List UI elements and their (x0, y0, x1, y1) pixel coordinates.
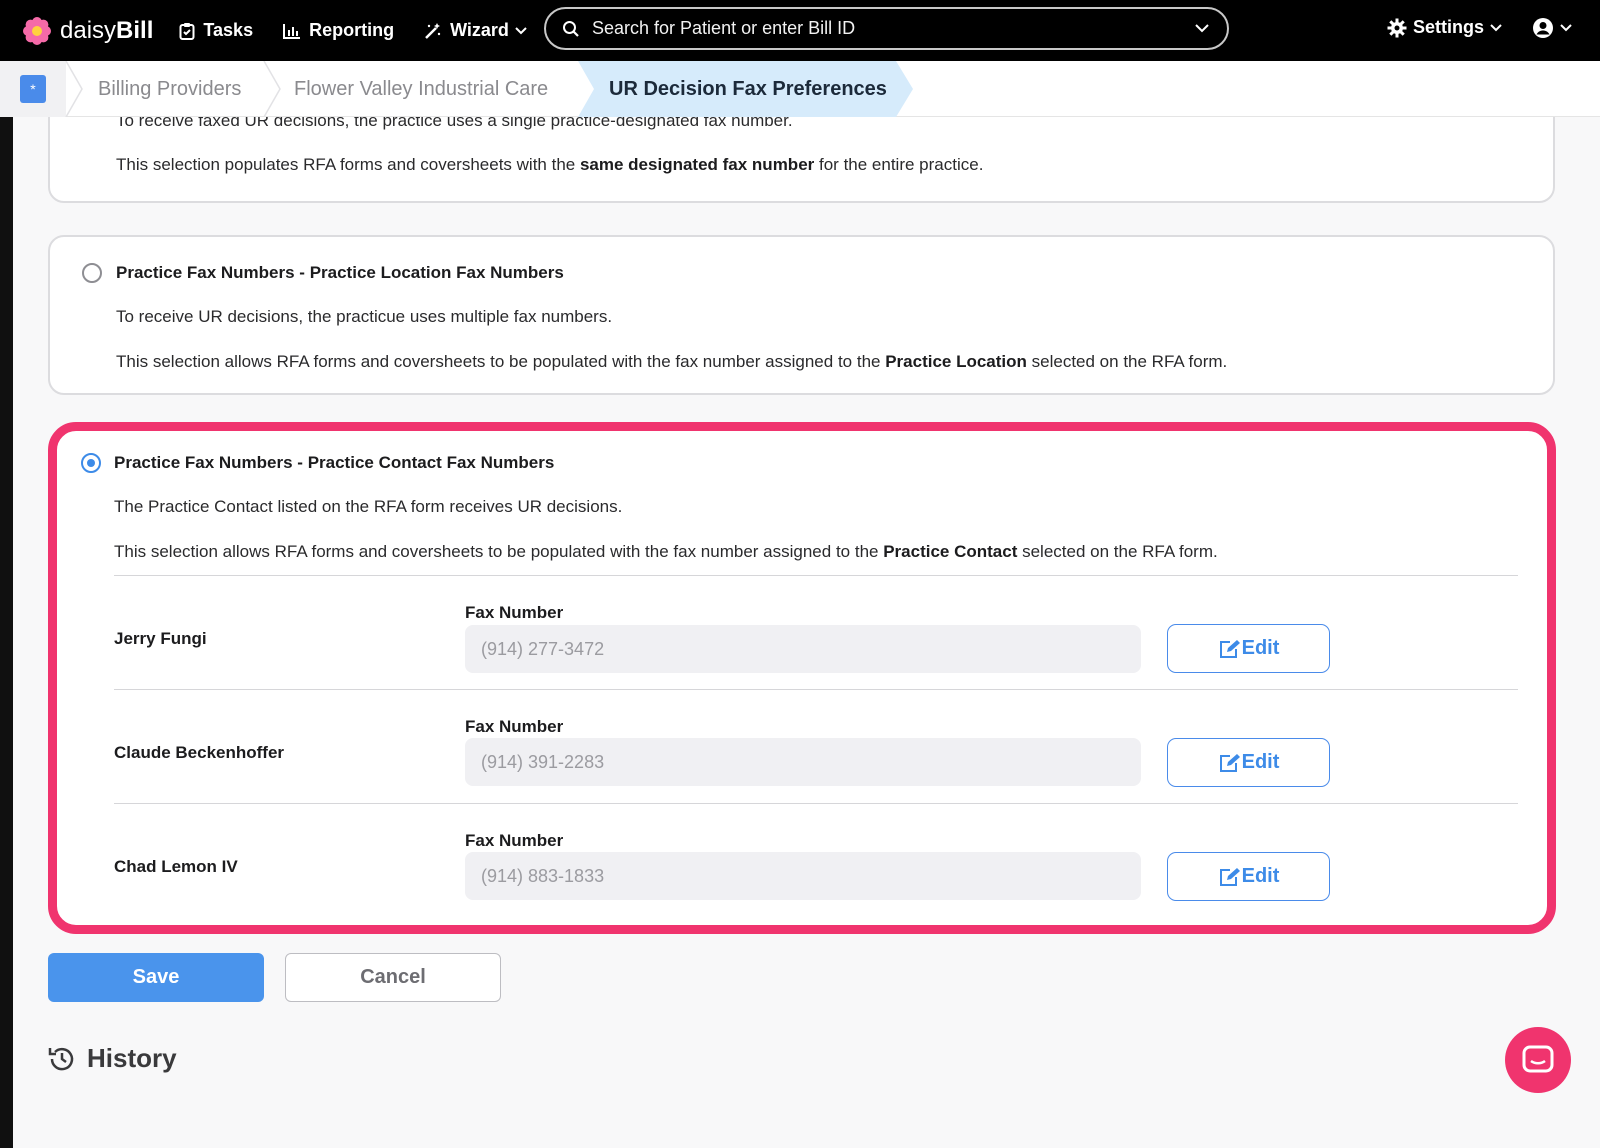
history-icon (48, 1047, 74, 1070)
fax-number-label: Fax Number (465, 831, 564, 850)
edit-icon (1219, 753, 1240, 772)
radio-contact-fax[interactable] (81, 453, 101, 473)
breadcrumb-current-page: UR Decision Fax Preferences (609, 77, 887, 100)
history-section-header[interactable]: History (47, 1043, 177, 1074)
chevron-down-icon (1560, 24, 1572, 32)
nav-reporting[interactable]: Reporting (283, 20, 394, 41)
edit-fax-button[interactable]: Edit (1167, 852, 1330, 901)
option-title: Practice Fax Numbers - Practice Location… (116, 263, 564, 282)
option-detail: This selection allows RFA forms and cove… (114, 542, 1218, 561)
edit-label: Edit (1241, 751, 1280, 773)
option-description: To receive UR decisions, the practicue u… (116, 307, 613, 326)
clipboard-check-icon (179, 22, 195, 40)
settings-label: Settings (1413, 17, 1485, 37)
nav-wizard-label: Wizard (450, 20, 509, 40)
edit-fax-button[interactable]: Edit (1167, 624, 1330, 673)
option-card-contact-fax[interactable]: Practice Fax Numbers - Practice Contact … (48, 422, 1556, 934)
fax-number-label: Fax Number (465, 603, 564, 622)
contact-name: Claude Beckenhoffer (114, 743, 285, 762)
contact-name: Jerry Fungi (114, 629, 207, 648)
breadcrumb-home[interactable]: * (0, 61, 66, 117)
brand-name-light: daisy (60, 16, 117, 44)
fax-number-field[interactable]: (914) 391-2283 (465, 738, 1141, 786)
option-description: The Practice Contact listed on the RFA f… (114, 497, 623, 516)
option-detail: This selection allows RFA forms and cove… (116, 352, 1228, 371)
search-icon (563, 20, 579, 37)
option-detail: This selection populates RFA forms and c… (116, 155, 984, 174)
edit-label: Edit (1241, 865, 1280, 887)
contact-name: Chad Lemon IV (114, 857, 238, 876)
row-divider (114, 575, 1518, 576)
daisybill-logo[interactable]: daisy Bill (22, 16, 153, 46)
history-title: History (87, 1043, 177, 1073)
fax-number-label: Fax Number (465, 717, 564, 736)
breadcrumb: * Billing Providers Flower Valley Indust… (0, 61, 1600, 117)
option-card-single-fax[interactable]: To receive faxed UR decisions, the pract… (48, 117, 1555, 203)
nav-reporting-label: Reporting (309, 20, 395, 40)
row-divider (114, 689, 1518, 690)
option-card-location-fax[interactable]: Practice Fax Numbers - Practice Location… (48, 235, 1555, 395)
fax-number-field[interactable]: (914) 883-1833 (465, 852, 1141, 900)
edit-icon (1219, 639, 1240, 658)
row-divider (114, 803, 1518, 804)
option-description: To receive faxed UR decisions, the pract… (116, 117, 793, 130)
magic-wand-icon (425, 22, 441, 39)
save-button[interactable]: Save (48, 953, 264, 1002)
user-avatar-icon (1533, 18, 1553, 38)
breadcrumb-billing-providers[interactable]: Billing Providers (98, 61, 241, 117)
daisy-flower-icon (23, 16, 51, 45)
search-placeholder: Search for Patient or enter Bill ID (592, 18, 856, 38)
user-menu[interactable] (1532, 17, 1572, 39)
chevron-down-icon[interactable] (1195, 24, 1209, 33)
main-content: To receive faxed UR decisions, the pract… (13, 117, 1600, 1148)
radio-location-fax[interactable] (82, 263, 102, 283)
bar-chart-icon (283, 23, 301, 39)
nav-tasks[interactable]: Tasks (179, 20, 253, 41)
nav-tasks-label: Tasks (203, 20, 254, 40)
patient-search-input[interactable]: Search for Patient or enter Bill ID (544, 7, 1229, 50)
breadcrumb-separator (263, 61, 281, 117)
provider-home-icon: * (20, 75, 46, 103)
brand-name-bold: Bill (116, 16, 154, 44)
breadcrumb-practice[interactable]: Flower Valley Industrial Care (294, 61, 548, 117)
chat-launcher-button[interactable] (1505, 1027, 1571, 1093)
cancel-button[interactable]: Cancel (285, 953, 501, 1002)
option-title: Practice Fax Numbers - Practice Contact … (114, 453, 555, 472)
gear-icon (1387, 18, 1407, 37)
settings-menu[interactable]: Settings (1387, 17, 1508, 38)
edit-label: Edit (1241, 637, 1280, 659)
edit-fax-button[interactable]: Edit (1167, 738, 1330, 787)
chevron-down-icon (515, 26, 527, 34)
chat-icon (1522, 1045, 1554, 1073)
breadcrumb-separator (65, 61, 83, 117)
nav-wizard[interactable]: Wizard (424, 20, 527, 41)
chevron-down-icon (1490, 23, 1502, 31)
edit-icon (1219, 867, 1240, 886)
fax-number-field[interactable]: (914) 277-3472 (465, 625, 1141, 673)
